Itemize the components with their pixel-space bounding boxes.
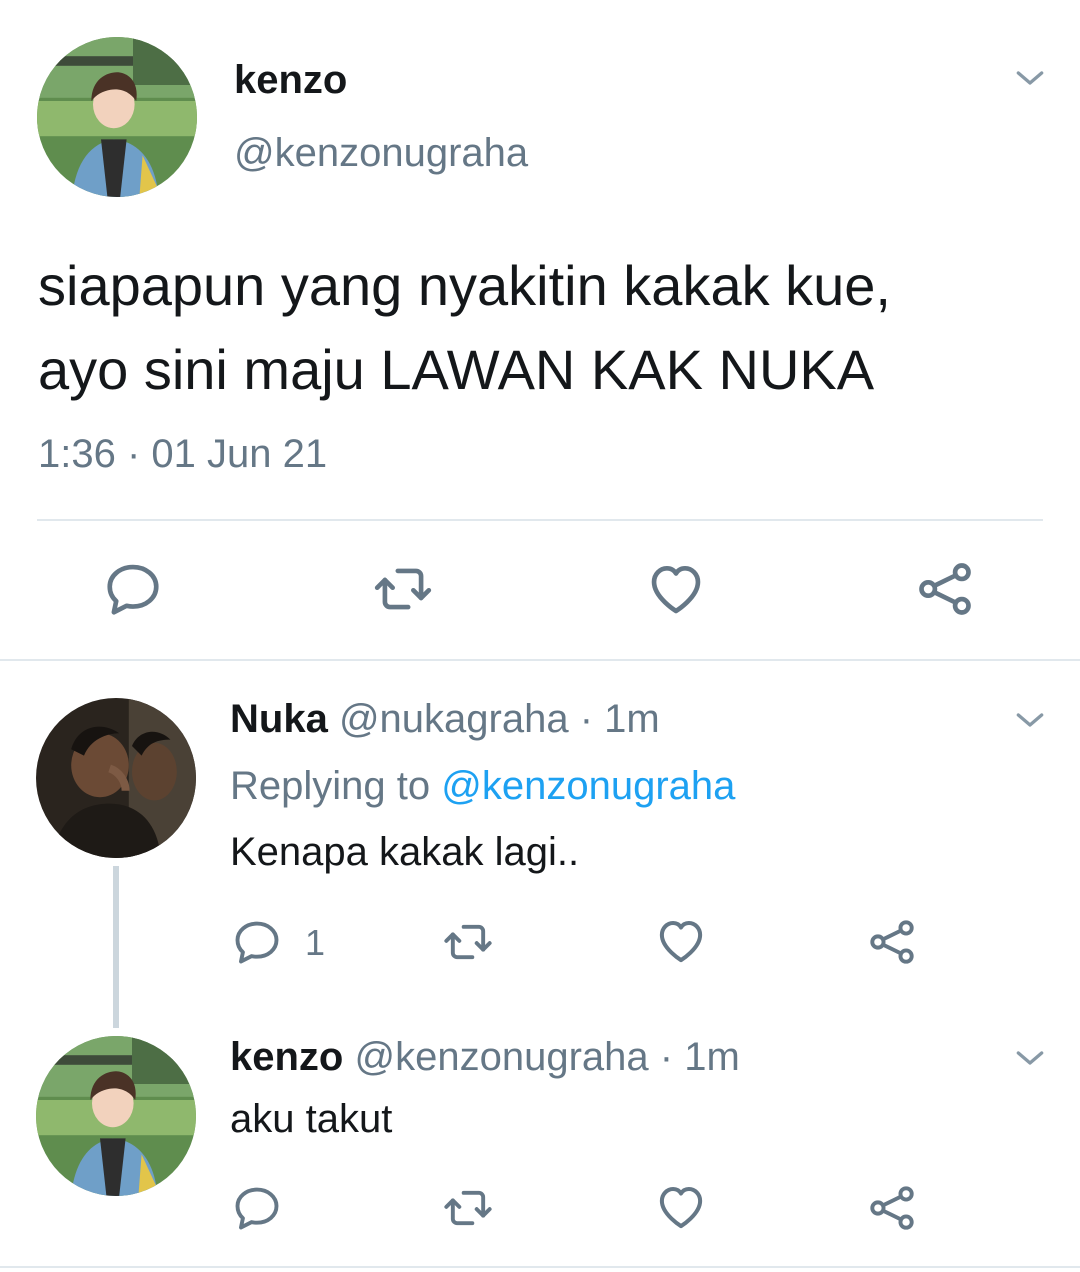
reply-display-name[interactable]: Nuka bbox=[230, 697, 328, 741]
retweet-icon[interactable] bbox=[371, 558, 435, 620]
like-icon[interactable] bbox=[653, 1180, 709, 1234]
section-divider bbox=[0, 659, 1080, 661]
like-icon[interactable] bbox=[644, 558, 708, 620]
share-icon[interactable] bbox=[866, 916, 918, 968]
main-tweet-divider bbox=[37, 519, 1043, 521]
reply-header: Nuka @nukagraha · 1m bbox=[230, 697, 660, 742]
main-tweet-handle[interactable]: @kenzonugraha bbox=[234, 131, 528, 176]
main-tweet-text-line1: siapapun yang nyakitin kakak kue, bbox=[38, 254, 891, 317]
reply-icon[interactable] bbox=[231, 1182, 283, 1234]
reply-separator: · bbox=[659, 1035, 674, 1079]
replying-to-label: Replying to bbox=[230, 764, 442, 808]
retweet-icon[interactable] bbox=[440, 916, 496, 968]
reply-handle[interactable]: @kenzonugraha bbox=[354, 1035, 648, 1079]
reply-icon[interactable] bbox=[102, 558, 164, 620]
reply-header: kenzo @kenzonugraha · 1m bbox=[230, 1035, 740, 1080]
like-icon[interactable] bbox=[653, 914, 709, 968]
main-tweet-display-name[interactable]: kenzo bbox=[234, 58, 347, 103]
reply-time[interactable]: 1m bbox=[684, 1035, 740, 1079]
thread-connector-line bbox=[113, 866, 119, 1028]
reply-time[interactable]: 1m bbox=[604, 697, 660, 741]
reply-display-name[interactable]: kenzo bbox=[230, 1035, 343, 1079]
reply-separator: · bbox=[579, 697, 594, 741]
chevron-down-icon[interactable] bbox=[1010, 1038, 1050, 1078]
chevron-down-icon[interactable] bbox=[1010, 58, 1050, 98]
main-tweet-text-line2: ayo sini maju LAWAN KAK NUKA bbox=[38, 338, 875, 401]
main-tweet-timestamp[interactable]: 1:36 · 01 Jun 21 bbox=[38, 432, 327, 477]
reply-icon[interactable] bbox=[231, 916, 283, 968]
replying-to-line: Replying to @kenzonugraha bbox=[230, 764, 735, 809]
bottom-divider bbox=[0, 1266, 1080, 1268]
reply-text: Kenapa kakak lagi.. bbox=[230, 830, 580, 874]
chevron-down-icon[interactable] bbox=[1010, 700, 1050, 740]
replying-to-link[interactable]: @kenzonugraha bbox=[441, 764, 735, 808]
reply-text: aku takut bbox=[230, 1097, 393, 1141]
share-icon[interactable] bbox=[914, 558, 976, 620]
retweet-icon[interactable] bbox=[440, 1182, 496, 1234]
reply-avatar-kenzo[interactable] bbox=[36, 1036, 196, 1196]
reply-handle[interactable]: @nukagraha bbox=[339, 697, 569, 741]
reply-avatar-nuka[interactable] bbox=[36, 698, 196, 858]
main-tweet-text: siapapun yang nyakitin kakak kue, ayo si… bbox=[38, 244, 1048, 412]
reply-count: 1 bbox=[305, 922, 326, 963]
share-icon[interactable] bbox=[866, 1182, 918, 1234]
main-tweet-avatar[interactable] bbox=[37, 37, 197, 197]
